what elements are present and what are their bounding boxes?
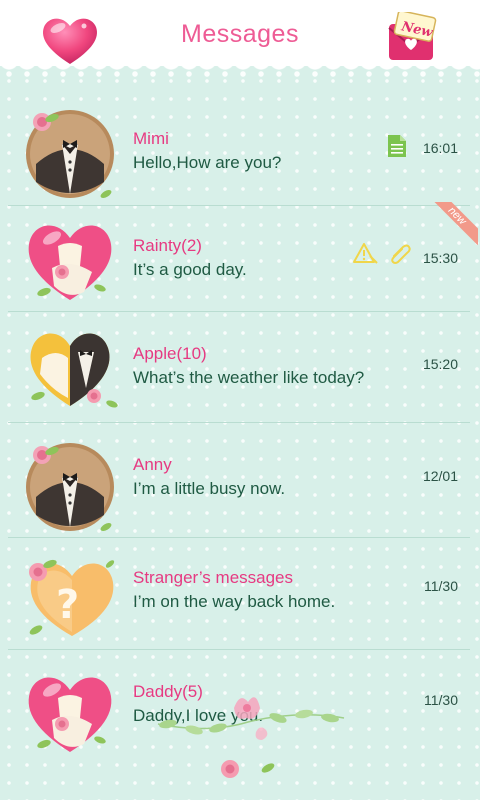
conversation-row-mimi[interactable]: Mimi Hello,How are you? 16:01 bbox=[8, 94, 470, 206]
message-time: 15:20 bbox=[422, 356, 458, 372]
flower-vine-decoration bbox=[148, 688, 348, 748]
contact-name: Stranger’s messages bbox=[133, 568, 294, 587]
heart-couple-avatar bbox=[22, 662, 118, 758]
paperclip-icon bbox=[388, 242, 412, 271]
message-preview: I’m on the way back home. bbox=[133, 592, 336, 611]
message-preview: Hello,How are you? bbox=[133, 153, 282, 172]
question-heart-avatar: ? bbox=[22, 546, 118, 642]
contact-name: Mimi bbox=[133, 129, 169, 148]
message-time: 12/01 bbox=[422, 468, 458, 484]
conversation-row-apple[interactable]: Apple(10) What’s the weather like today?… bbox=[8, 312, 470, 423]
tuxedo-avatar bbox=[22, 437, 118, 533]
couple-heart-avatar bbox=[22, 318, 118, 414]
tuxedo-avatar bbox=[22, 104, 118, 200]
messages-screen: Messages New Mimi Hello,How are you? 16:… bbox=[0, 0, 480, 800]
message-preview: I’m a little busy now. bbox=[133, 479, 286, 498]
conversation-row-stranger[interactable]: ? Stranger’s messages I’m on the way bac… bbox=[8, 538, 470, 650]
message-time: 15:30 bbox=[422, 250, 458, 266]
message-time: 16:01 bbox=[422, 140, 458, 156]
conversation-row-rainty[interactable]: new Rainty(2) It’s a good day. 15:30 bbox=[8, 202, 478, 312]
new-message-icon[interactable]: New bbox=[384, 10, 440, 68]
contact-name: Rainty(2) bbox=[133, 236, 202, 255]
document-icon bbox=[387, 134, 407, 163]
contact-name: Anny bbox=[133, 455, 172, 474]
message-preview: It’s a good day. bbox=[133, 260, 247, 279]
message-preview: What’s the weather like today? bbox=[133, 368, 365, 387]
rose-decoration bbox=[218, 756, 278, 782]
lace-dots bbox=[0, 70, 480, 88]
new-ribbon: new bbox=[430, 202, 478, 250]
message-time: 11/30 bbox=[424, 578, 458, 594]
heart-couple-avatar bbox=[22, 210, 118, 306]
warning-icon bbox=[353, 242, 379, 271]
svg-text:?: ? bbox=[56, 582, 79, 628]
contact-name: Apple(10) bbox=[133, 344, 207, 363]
conversation-row-anny[interactable]: Anny I’m a little busy now. 12/01 bbox=[8, 423, 470, 538]
message-time: 11/30 bbox=[424, 692, 458, 708]
